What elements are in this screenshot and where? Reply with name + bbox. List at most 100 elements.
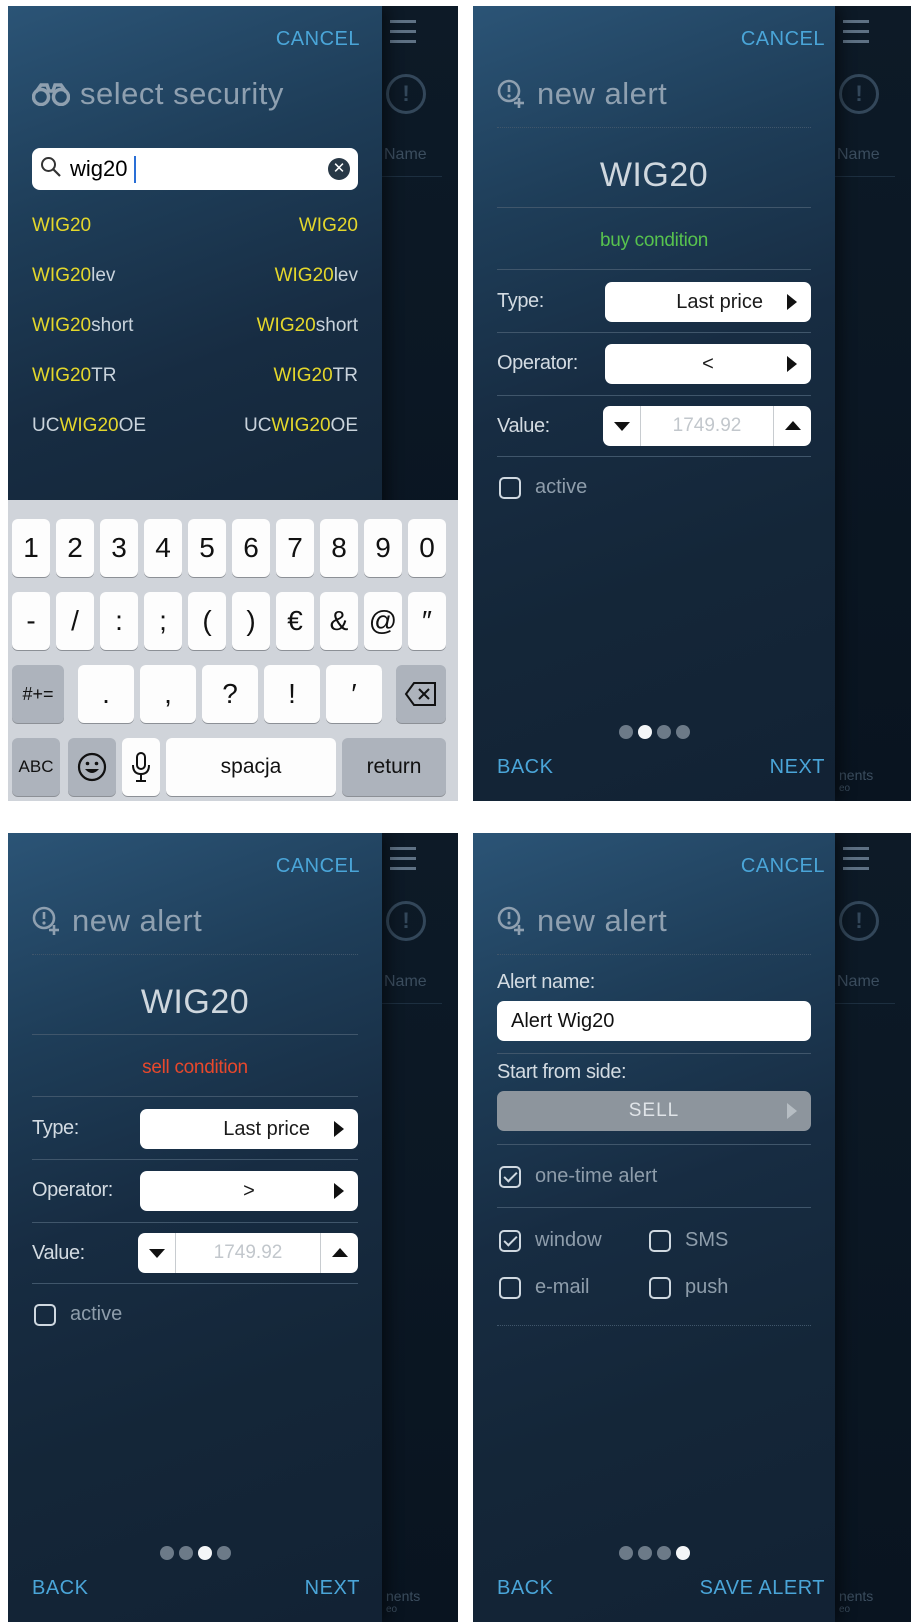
key[interactable]: 2 [56,519,94,577]
page-title-text: select security [80,76,284,111]
divider [32,1096,358,1097]
operator-select[interactable]: > [140,1171,358,1211]
result-name: WIG20TR [273,365,358,386]
key[interactable]: @ [364,592,402,650]
key[interactable]: ; [144,592,182,650]
cancel-button[interactable]: CANCEL [741,855,825,878]
cancel-button[interactable]: CANCEL [276,855,360,878]
active-checkbox[interactable]: active [34,1303,122,1326]
push-checkbox[interactable]: push [649,1276,728,1299]
key[interactable]: . [78,665,134,723]
microphone-key[interactable] [122,738,160,796]
search-input[interactable] [70,156,310,182]
email-checkbox[interactable]: e-mail [499,1276,589,1299]
active-checkbox[interactable]: active [499,476,587,499]
space-key[interactable]: spacja [166,738,336,796]
list-item[interactable]: WIG20 WIG20 [32,206,358,246]
alert-icon[interactable]: ! [839,901,879,941]
increment-button[interactable] [773,406,811,446]
key[interactable]: ′ [326,665,382,723]
key[interactable]: 5 [188,519,226,577]
key[interactable]: 7 [276,519,314,577]
divider [32,1283,358,1284]
menu-icon[interactable] [843,847,869,870]
key[interactable]: ! [264,665,320,723]
key[interactable]: 8 [320,519,358,577]
checkbox-icon [649,1276,671,1299]
one-time-alert-checkbox[interactable]: one-time alert [499,1165,657,1188]
menu-icon[interactable] [390,20,416,43]
page-dot [637,1546,652,1560]
emoji-key[interactable] [68,738,116,796]
list-item[interactable]: WIG20lev WIG20lev [32,256,358,296]
checkbox-checked-icon [499,1229,521,1252]
key[interactable]: ″ [408,592,446,650]
decrement-button[interactable] [138,1233,176,1273]
back-button[interactable]: BACK [497,1577,553,1600]
back-button[interactable]: BACK [497,756,553,779]
key[interactable]: / [56,592,94,650]
key[interactable]: 3 [100,519,138,577]
menu-icon[interactable] [390,847,416,870]
save-alert-button[interactable]: SAVE ALERT [700,1577,825,1600]
key[interactable]: 1 [12,519,50,577]
cancel-button[interactable]: CANCEL [276,28,360,51]
value-input[interactable]: 1749.92 [178,1233,318,1273]
window-checkbox[interactable]: window [499,1229,602,1252]
abc-key[interactable]: ABC [12,738,60,796]
value-input[interactable]: 1749.92 [643,406,771,446]
key[interactable]: 9 [364,519,402,577]
backspace-key[interactable] [396,665,446,723]
divider [497,332,811,333]
key[interactable]: 6 [232,519,270,577]
search-field[interactable]: ✕ [32,148,358,190]
checkbox-icon [499,1276,521,1299]
type-select[interactable]: Last price [140,1109,358,1149]
caret-right-icon [334,1183,344,1199]
symbols-shift-key[interactable]: #+= [12,665,64,723]
menu-icon[interactable] [843,20,869,43]
background-text: nents [839,767,874,783]
operator-value: < [702,353,714,375]
key[interactable]: , [140,665,196,723]
cancel-button[interactable]: CANCEL [741,28,825,51]
start-side-select[interactable]: SELL [497,1091,811,1131]
increment-button[interactable] [320,1233,358,1273]
decrement-button[interactable] [603,406,641,446]
list-item[interactable]: WIG20short WIG20short [32,306,358,346]
key[interactable]: - [12,592,50,650]
type-select[interactable]: Last price [605,282,811,322]
key[interactable]: & [320,592,358,650]
operator-label: Operator: [497,352,578,374]
divider [32,1159,358,1160]
next-button[interactable]: NEXT [305,1577,360,1600]
page-indicator [473,1546,835,1560]
alert-icon[interactable]: ! [386,901,426,941]
key[interactable]: ? [202,665,258,723]
page-dot [656,1546,671,1560]
alert-icon[interactable]: ! [386,74,426,114]
list-item[interactable]: UCWIG20OE UCWIG20OE [32,406,358,446]
key[interactable]: ) [232,592,270,650]
key[interactable]: 0 [408,519,446,577]
divider [497,269,811,270]
next-button[interactable]: NEXT [770,756,825,779]
key[interactable]: ( [188,592,226,650]
key[interactable]: € [276,592,314,650]
alert-icon[interactable]: ! [839,74,879,114]
clear-icon[interactable]: ✕ [328,158,350,180]
sms-checkbox[interactable]: SMS [649,1229,728,1252]
value-label: Value: [32,1242,85,1264]
background-text: nents [839,1588,874,1604]
page-title: select security [32,76,284,112]
back-button[interactable]: BACK [32,1577,88,1600]
return-key[interactable]: return [342,738,446,796]
key[interactable]: : [100,592,138,650]
condition-label: sell condition [142,1057,248,1078]
alert-name-input[interactable] [497,1001,811,1041]
operator-select[interactable]: < [605,344,811,384]
key[interactable]: 4 [144,519,182,577]
divider [497,395,811,396]
list-item[interactable]: WIG20TR WIG20TR [32,356,358,396]
operator-label: Operator: [32,1179,113,1201]
